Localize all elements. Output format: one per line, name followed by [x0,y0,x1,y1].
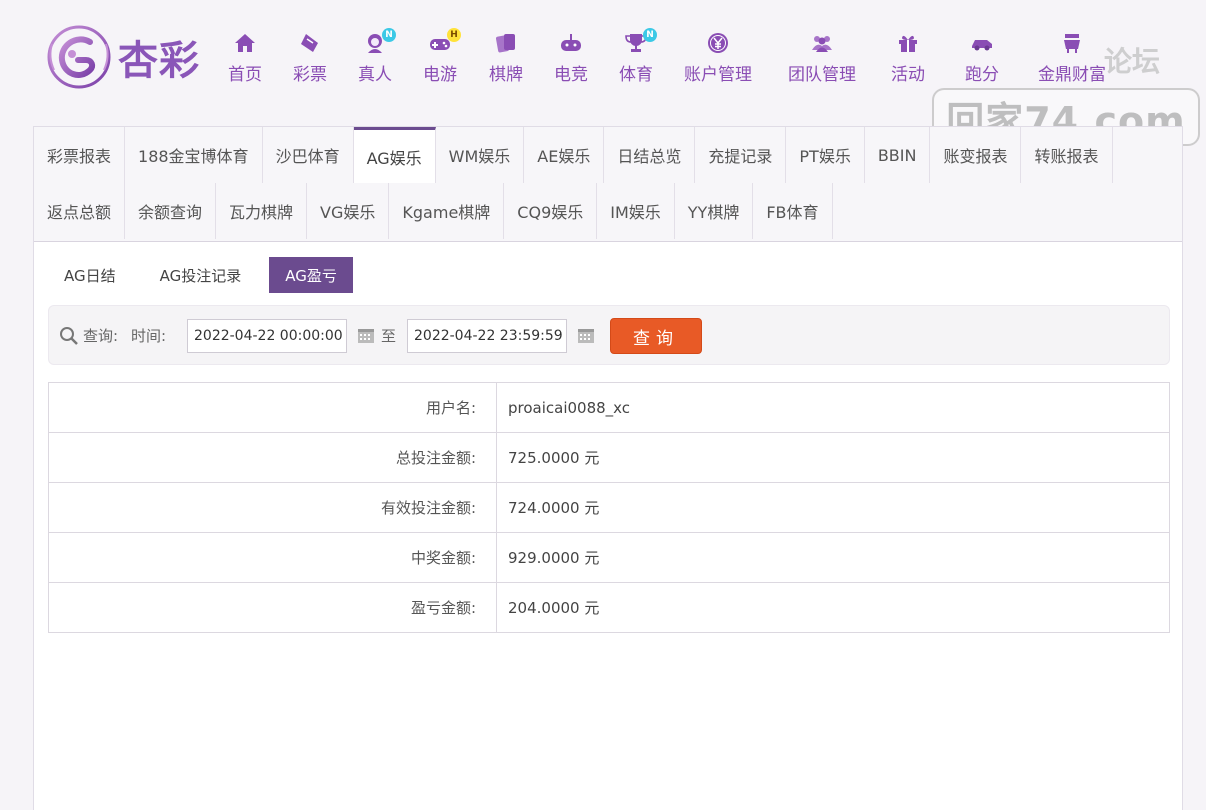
to-label: 至 [381,327,397,345]
watermark-forum-text: 论坛 [1104,45,1161,78]
nav-label: 棋牌 [489,65,523,85]
joystick-icon [561,34,581,51]
nav-label: 首页 [228,65,262,85]
home-icon [235,34,255,52]
query-bar: 查询: 时间: 至 查询 [48,305,1170,365]
nav-label: 跑分 [965,65,999,85]
tab-account-change[interactable]: 账变报表 [930,127,1022,183]
nav-label: 活动 [891,65,925,85]
nav-label: 电竞 [554,65,588,85]
table-row: 盈亏金额: 204.0000 元 [48,582,1170,633]
nav-team[interactable]: 团队管理 [788,30,856,90]
tab-rebate-total[interactable]: 返点总额 [34,183,126,239]
subtab-ag-bets[interactable]: AG投注记录 [144,257,258,293]
tab-im[interactable]: IM娱乐 [597,183,675,239]
nav-lottery[interactable]: 彩票 [293,30,327,90]
team-icon [812,36,832,52]
tab-wali-chess[interactable]: 瓦力棋牌 [216,183,308,239]
result-table: 用户名: proaicai0088_xc 总投注金额: 725.0000 元 有… [48,382,1170,633]
tab-fb-sports[interactable]: FB体育 [753,183,833,239]
gift-icon [899,35,917,52]
nav-sports[interactable]: N 体育 [619,28,657,90]
nav-label: 金鼎财富 [1038,65,1106,85]
table-row: 有效投注金额: 724.0000 元 [48,482,1170,533]
main-panel: 彩票报表 188金宝博体育 沙巴体育 AG娱乐 WM娱乐 AE娱乐 日结总览 充… [33,126,1183,810]
table-row: 总投注金额: 725.0000 元 [48,432,1170,483]
query-button[interactable]: 查询 [610,318,702,354]
search-icon [60,327,78,345]
ticket-icon [301,34,318,52]
table-row: 中奖金额: 929.0000 元 [48,532,1170,583]
calendar-icon[interactable] [577,326,595,344]
field-label: 盈亏金额: [48,582,497,633]
tab-wm[interactable]: WM娱乐 [435,127,525,183]
subtab-ag-daily[interactable]: AG日结 [48,257,132,293]
tab-lottery-report[interactable]: 彩票报表 [34,127,126,183]
nav-chess[interactable]: 棋牌 [489,30,523,90]
field-value: 725.0000 元 [496,432,1170,483]
nav-live[interactable]: N 真人 [358,28,396,90]
nav-esports[interactable]: 电竞 [554,30,588,90]
nav-account[interactable]: 账户管理 [684,30,752,90]
query-label: 查询: [83,327,119,345]
nav-label: 彩票 [293,65,327,85]
new-badge: N [382,28,396,42]
ding-icon [1064,34,1080,53]
field-label: 总投注金额: [48,432,497,483]
tab-saba-sports[interactable]: 沙巴体育 [262,127,354,183]
brand-name: 杏彩 [118,37,200,84]
nav-slots[interactable]: H 电游 [423,28,461,90]
tab-pt[interactable]: PT娱乐 [786,127,865,183]
nav-label: 账户管理 [684,65,752,85]
nav-label: 体育 [619,65,653,85]
tab-vg[interactable]: VG娱乐 [307,183,390,239]
tab-row-2: 返点总额 余额查询 瓦力棋牌 VG娱乐 Kgame棋牌 CQ9娱乐 IM娱乐 Y… [34,183,833,239]
tab-ae[interactable]: AE娱乐 [524,127,605,183]
tab-ag[interactable]: AG娱乐 [353,127,436,183]
nav-label: 电游 [423,65,457,85]
cards-icon [496,34,515,53]
calendar-icon[interactable] [357,326,375,344]
tab-transfer-report[interactable]: 转账报表 [1021,127,1113,183]
field-label: 有效投注金额: [48,482,497,533]
nav-paofen[interactable]: 跑分 [965,30,999,90]
time-label: 时间: [131,327,167,345]
field-value: proaicai0088_xc [496,382,1170,433]
nav-home[interactable]: 首页 [228,30,262,90]
tab-cq9[interactable]: CQ9娱乐 [504,183,598,239]
nav-jinding[interactable]: 金鼎财富 [1038,30,1106,90]
brand-logo[interactable]: 杏彩 [46,22,218,92]
tab-row-1: 彩票报表 188金宝博体育 沙巴体育 AG娱乐 WM娱乐 AE娱乐 日结总览 充… [34,127,1113,183]
field-value: 724.0000 元 [496,482,1170,533]
tab-kgame-chess[interactable]: Kgame棋牌 [389,183,505,239]
new-badge: N [643,28,657,42]
hot-badge: H [447,28,461,42]
field-value: 204.0000 元 [496,582,1170,633]
yen-icon [708,33,728,53]
tab-balance-query[interactable]: 余额查询 [125,183,217,239]
table-row: 用户名: proaicai0088_xc [48,382,1170,433]
tab-yy-chess[interactable]: YY棋牌 [674,183,754,239]
tab-188-sports[interactable]: 188金宝博体育 [125,127,263,183]
nav-activity[interactable]: 活动 [891,30,925,90]
start-time-input[interactable] [187,319,347,353]
field-label: 中奖金额: [48,532,497,583]
subtab-ag-profit[interactable]: AG盈亏 [269,257,353,293]
tab-bbin[interactable]: BBIN [864,127,931,183]
tab-deposit-withdraw[interactable]: 充提记录 [695,127,787,183]
car-icon [972,40,992,51]
field-value: 929.0000 元 [496,532,1170,583]
field-label: 用户名: [48,382,497,433]
sub-tabs: AG日结 AG投注记录 AG盈亏 [48,257,365,293]
logo-emblem-icon [47,25,111,89]
report-tabs: 彩票报表 188金宝博体育 沙巴体育 AG娱乐 WM娱乐 AE娱乐 日结总览 充… [34,127,1182,242]
nav-label: 真人 [358,65,392,85]
end-time-input[interactable] [407,319,567,353]
tab-daily-overview[interactable]: 日结总览 [604,127,696,183]
nav-label: 团队管理 [788,65,856,85]
